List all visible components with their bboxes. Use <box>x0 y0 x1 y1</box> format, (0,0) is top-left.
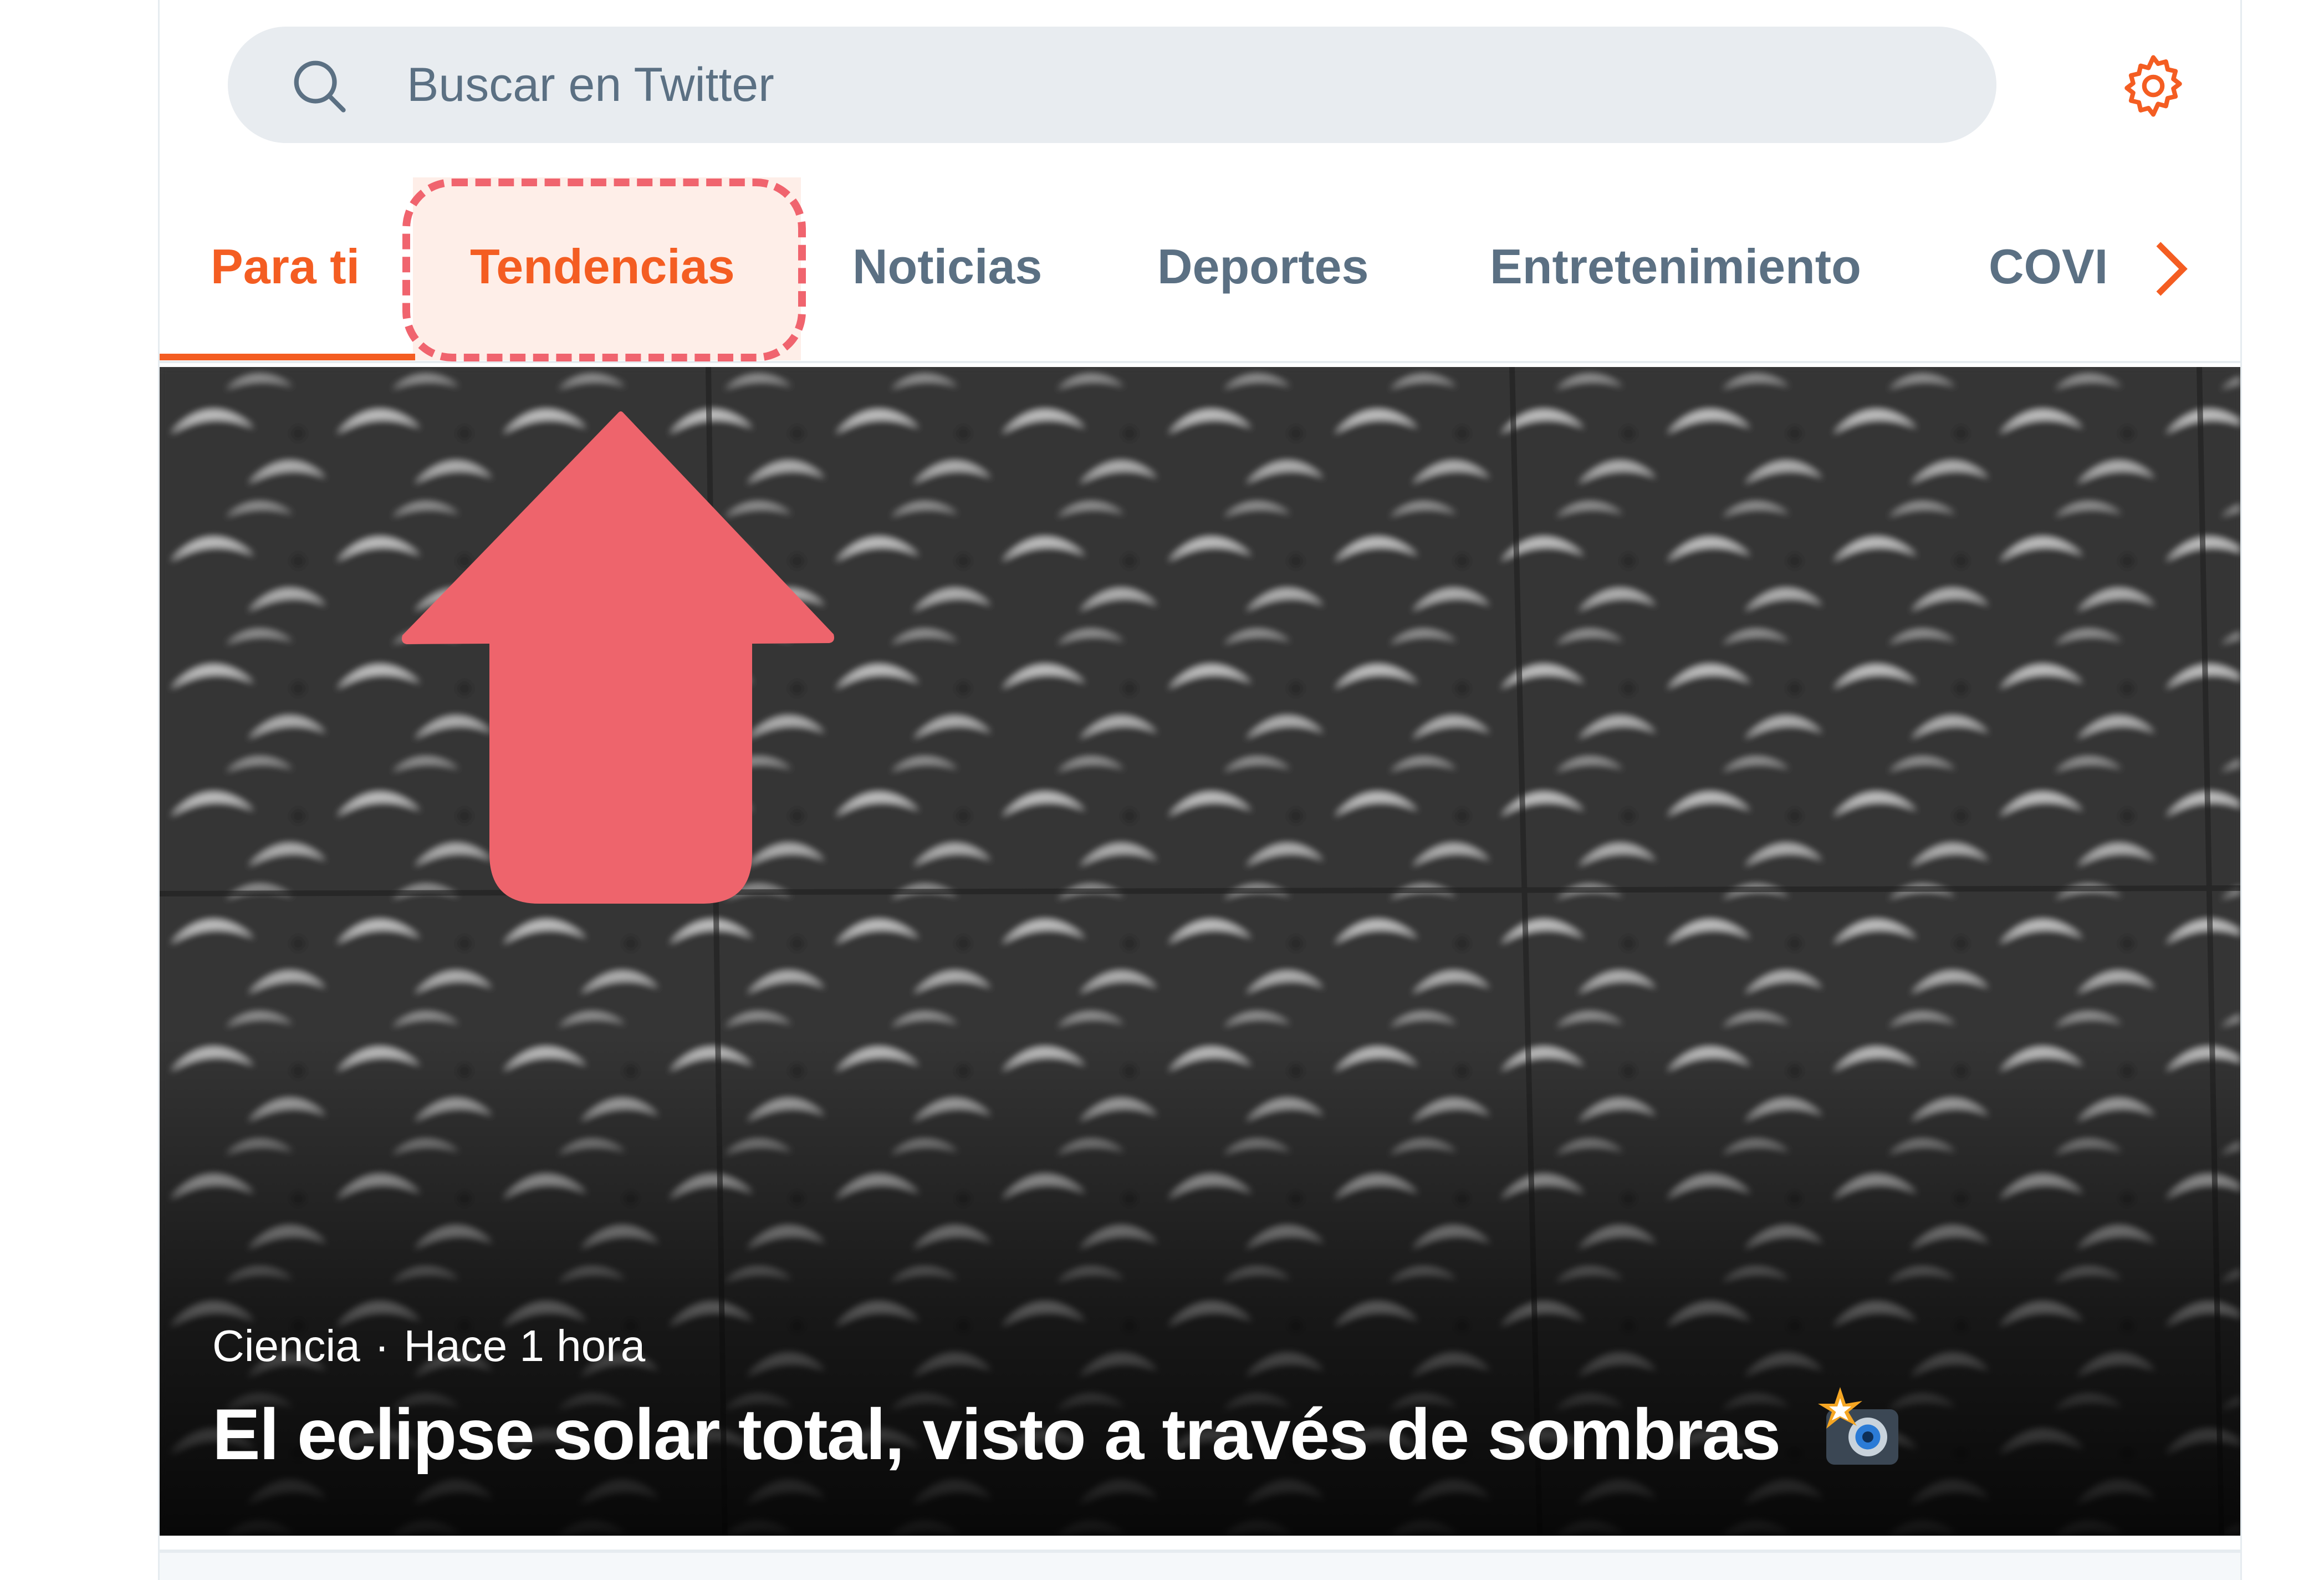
annotation-dashed-box <box>402 179 806 361</box>
search-icon <box>294 60 346 113</box>
next-item-strip <box>160 1550 2240 1580</box>
active-tab-indicator <box>160 354 415 360</box>
annotation-up-arrow <box>402 411 834 904</box>
tab-noticias[interactable]: Noticias <box>852 238 1042 295</box>
hero-category: Ciencia <box>212 1321 360 1370</box>
tab-para-ti[interactable]: Para ti <box>211 238 360 295</box>
chevron-right-icon[interactable] <box>2151 238 2189 299</box>
tab-entretenimiento[interactable]: Entretenimiento <box>1490 238 1861 295</box>
hero-headline[interactable]: El eclipse solar total, visto a través d… <box>212 1387 1904 1476</box>
hero-meta: Ciencia · Hace 1 hora <box>212 1321 645 1372</box>
tab-deportes[interactable]: Deportes <box>1157 238 1368 295</box>
camera-flash-icon <box>1818 1387 1899 1465</box>
search-placeholder: Buscar en Twitter <box>407 58 774 111</box>
meta-separator: · <box>374 1321 390 1370</box>
hero-headline-text: El eclipse solar total, visto a través d… <box>212 1394 1781 1475</box>
hero-time: Hace 1 hora <box>403 1321 646 1370</box>
search-input[interactable]: Buscar en Twitter <box>228 27 1996 143</box>
gear-icon[interactable] <box>2117 50 2189 122</box>
tab-covid[interactable]: COVI <box>1989 238 2108 295</box>
